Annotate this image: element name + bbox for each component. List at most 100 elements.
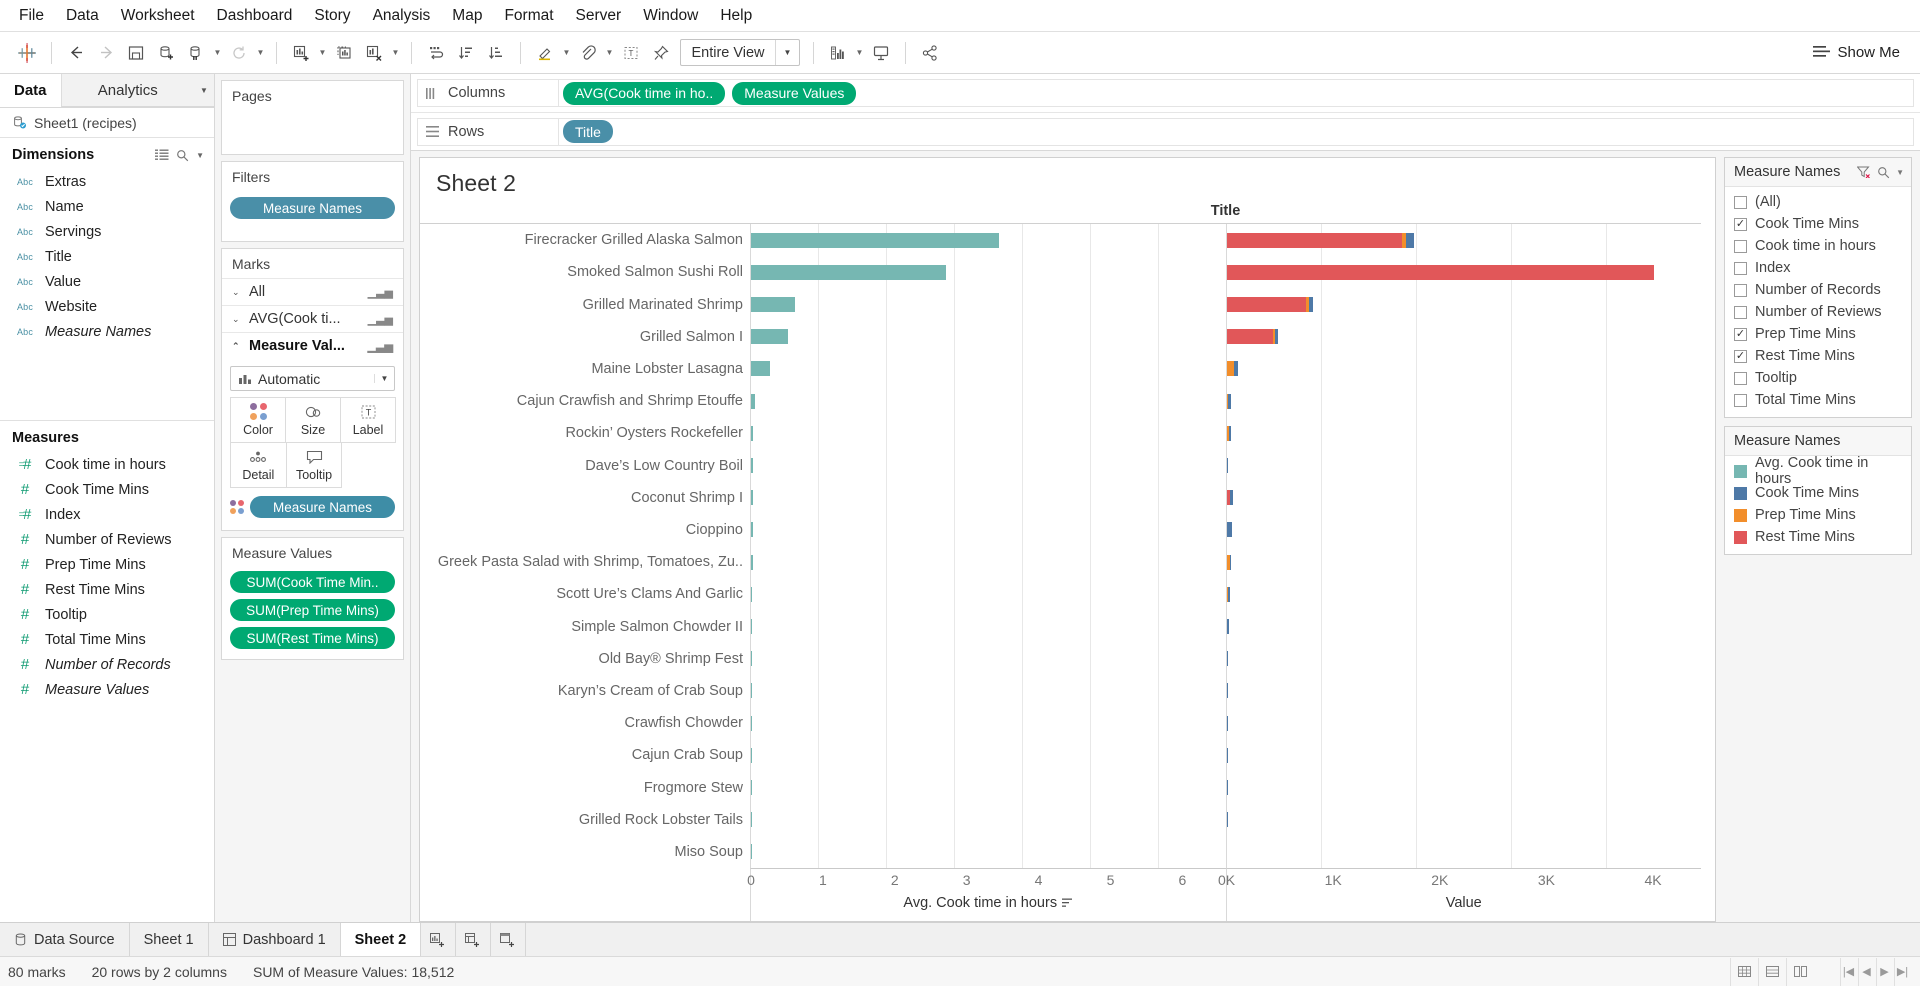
bar-segment[interactable] — [751, 619, 752, 634]
bar-mark[interactable] — [751, 458, 783, 473]
bar-segment[interactable] — [1230, 490, 1232, 505]
menu-item-format[interactable]: Format — [493, 4, 564, 28]
filter-option[interactable]: ✓Cook Time Mins — [1725, 213, 1911, 235]
bar-segment[interactable] — [751, 490, 753, 505]
bar-mark[interactable] — [1227, 555, 1273, 570]
bar-mark[interactable] — [1227, 522, 1278, 537]
filters-dropzone[interactable]: Measure Names — [222, 191, 403, 241]
bar-mark[interactable] — [751, 297, 895, 312]
legend-entry[interactable]: Rest Time Mins — [1725, 526, 1911, 548]
bar-mark[interactable] — [1227, 329, 1384, 344]
menu-item-dashboard[interactable]: Dashboard — [206, 4, 304, 28]
detail-button[interactable]: Detail — [230, 442, 287, 488]
bar-segment[interactable] — [1309, 297, 1313, 312]
measure-values-pill-rest[interactable]: SUM(Rest Time Mins) — [230, 627, 395, 649]
sort-icon[interactable] — [1062, 898, 1073, 908]
bar-mark[interactable] — [1227, 233, 1526, 248]
bar-mark[interactable] — [751, 233, 1094, 248]
checkbox[interactable]: ✓ — [1734, 350, 1747, 363]
show-me-button[interactable]: Show Me — [1805, 40, 1908, 65]
bar-mark[interactable] — [1227, 361, 1302, 376]
filter-option[interactable]: ✓Prep Time Mins — [1725, 323, 1911, 345]
menu-item-server[interactable]: Server — [565, 4, 633, 28]
field-website[interactable]: AbcWebsite — [0, 294, 214, 319]
filter-option[interactable]: (All) — [1725, 191, 1911, 213]
bar-mark[interactable] — [751, 265, 1055, 280]
new-worksheet-dropdown-icon[interactable]: ▼ — [316, 39, 329, 67]
bar-segment[interactable] — [1227, 297, 1307, 312]
swap-rows-columns-icon[interactable] — [421, 38, 451, 68]
bar-mark[interactable] — [1227, 780, 1240, 795]
chevron-down-icon[interactable]: ▼ — [374, 374, 394, 383]
chevron-down-icon[interactable]: ▼ — [775, 40, 799, 65]
duplicate-sheet-icon[interactable] — [329, 38, 359, 68]
bar-segment[interactable] — [751, 683, 752, 698]
new-story-button[interactable] — [491, 923, 526, 956]
checkbox[interactable] — [1734, 284, 1747, 297]
bar-mark[interactable] — [751, 361, 847, 376]
filter-option[interactable]: Number of Reviews — [1725, 301, 1911, 323]
filter-option[interactable]: ✓Rest Time Mins — [1725, 345, 1911, 367]
bar-segment[interactable] — [751, 233, 999, 248]
measure-index[interactable]: #Index — [0, 502, 214, 527]
measure-values-pill-cook[interactable]: SUM(Cook Time Min.. — [230, 571, 395, 593]
color-encoding-pill[interactable]: Measure Names — [250, 496, 395, 518]
measure-values-dropzone[interactable]: SUM(Cook Time Min.. SUM(Prep Time Mins) … — [222, 567, 403, 659]
filter-option[interactable]: Cook time in hours — [1725, 235, 1911, 257]
bar-mark[interactable] — [1227, 844, 1234, 859]
bar-mark[interactable] — [1227, 297, 1430, 312]
bar-segment[interactable] — [1406, 233, 1415, 248]
bar-mark[interactable] — [1227, 683, 1247, 698]
filter-option[interactable]: Index — [1725, 257, 1911, 279]
bar-mark[interactable] — [1227, 458, 1254, 473]
add-data-source-icon[interactable] — [151, 38, 181, 68]
bar-mark[interactable] — [751, 555, 778, 570]
bar-mark[interactable] — [1227, 651, 1252, 666]
search-icon[interactable] — [176, 149, 189, 162]
bar-segment[interactable] — [1230, 555, 1231, 570]
new-dashboard-button[interactable] — [456, 923, 491, 956]
legend-entry[interactable]: Prep Time Mins — [1725, 504, 1911, 526]
prev-page-icon[interactable]: ◀ — [1858, 958, 1874, 986]
bar-segment[interactable] — [1234, 361, 1238, 376]
bar-segment[interactable] — [1227, 361, 1235, 376]
save-icon[interactable] — [121, 38, 151, 68]
refresh-icon[interactable] — [224, 38, 254, 68]
fit-dropdown[interactable]: Entire View ▼ — [680, 39, 800, 66]
bar-mark[interactable] — [751, 812, 765, 827]
bar-mark[interactable] — [751, 683, 774, 698]
bar-segment[interactable] — [751, 651, 752, 666]
marks-row-measure-values[interactable]: ⌃ Measure Val... ▁▃▅ — [222, 332, 403, 359]
menu-item-map[interactable]: Map — [441, 4, 493, 28]
sort-ascending-icon[interactable] — [451, 38, 481, 68]
bar-mark[interactable] — [751, 394, 792, 409]
filter-option[interactable]: Number of Records — [1725, 279, 1911, 301]
field-value[interactable]: AbcValue — [0, 269, 214, 294]
grid-view-icon[interactable] — [1730, 958, 1758, 986]
columns-dropzone[interactable]: AVG(Cook time in ho.. Measure Values — [559, 79, 1914, 107]
bar-mark[interactable] — [1227, 394, 1275, 409]
field-extras[interactable]: AbcExtras — [0, 169, 214, 194]
bar-segment[interactable] — [1227, 265, 1655, 280]
bar-segment[interactable] — [751, 297, 795, 312]
bar-mark[interactable] — [751, 329, 884, 344]
size-button[interactable]: Size — [285, 397, 341, 443]
tableau-logo-icon[interactable] — [12, 38, 42, 68]
clear-sheet-dropdown-icon[interactable]: ▼ — [389, 39, 402, 67]
back-arrow-icon[interactable] — [61, 38, 91, 68]
measure-prep-time-mins[interactable]: #Prep Time Mins — [0, 552, 214, 577]
checkbox[interactable]: ✓ — [1734, 218, 1747, 231]
filter-option[interactable]: Tooltip — [1725, 367, 1911, 389]
bar-segment[interactable] — [751, 458, 753, 473]
refresh-dropdown-icon[interactable]: ▼ — [254, 39, 267, 67]
pause-data-icon[interactable] — [181, 38, 211, 68]
menu-item-story[interactable]: Story — [303, 4, 361, 28]
color-button[interactable]: Color — [230, 397, 286, 443]
highlighter-icon[interactable] — [530, 38, 560, 68]
measure-number-of-reviews[interactable]: #Number of Reviews — [0, 527, 214, 552]
tab-sheet-2[interactable]: Sheet 2 — [341, 923, 422, 956]
first-page-icon[interactable]: |◀ — [1840, 958, 1856, 986]
columns-pill-measure-values[interactable]: Measure Values — [732, 82, 856, 105]
bar-segment[interactable] — [751, 522, 753, 537]
marks-row-all[interactable]: ⌄ All ▁▃▅ — [222, 278, 403, 305]
